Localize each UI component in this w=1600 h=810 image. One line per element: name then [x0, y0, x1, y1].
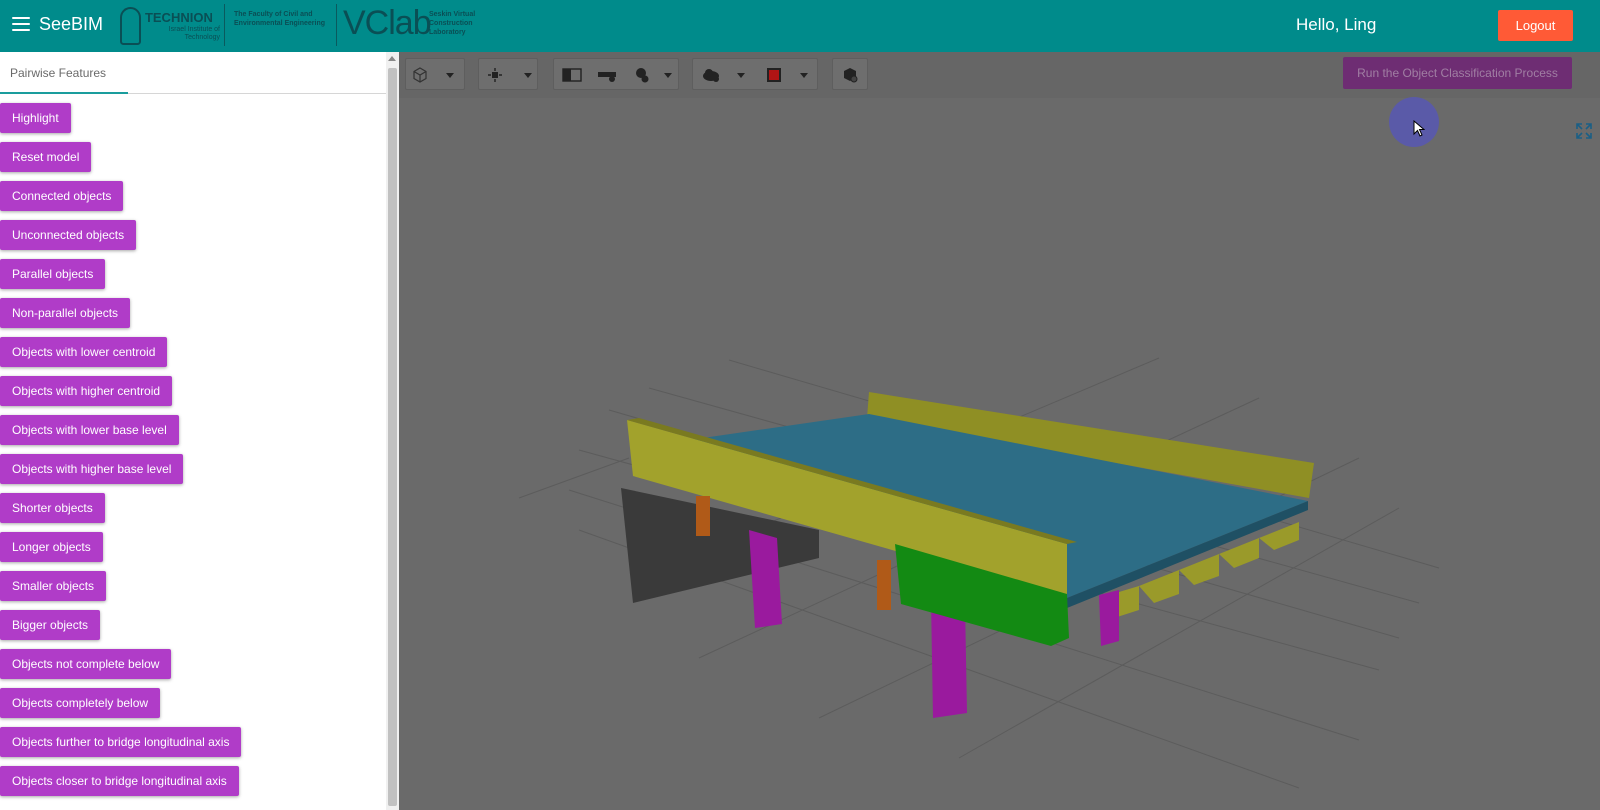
completely-below-button[interactable]: Objects completely below	[0, 688, 161, 718]
package-icon	[844, 68, 858, 83]
unconnected-objects-button[interactable]: Unconnected objects	[0, 220, 137, 250]
focus-tool[interactable]	[478, 58, 538, 90]
technion-subtitle: Israel Institute of Technology	[168, 25, 220, 41]
longer-objects-button[interactable]: Longer objects	[0, 532, 103, 562]
cloud-tools[interactable]	[692, 58, 818, 90]
info-icon	[636, 68, 649, 83]
chevron-down-icon[interactable]	[664, 73, 672, 78]
tab-bar: Pairwise Features	[0, 52, 386, 94]
smaller-objects-button[interactable]: Smaller objects	[0, 571, 107, 601]
parallel-objects-button[interactable]: Parallel objects	[0, 259, 106, 289]
top-bar: SeeBIM TECHNION Israel Institute of Tech…	[0, 0, 1600, 52]
split-view-icon	[562, 68, 582, 82]
view-tools[interactable]	[553, 58, 679, 90]
hamburger-menu-icon[interactable]	[12, 17, 30, 31]
user-greeting: Hello, Ling	[1296, 15, 1377, 34]
bearing	[877, 560, 891, 610]
sidebar: Pairwise Features Highlight Reset model …	[0, 52, 386, 810]
bridge-3d-scene[interactable]	[399, 98, 1600, 810]
run-classification-button[interactable]: Run the Object Classification Process	[1343, 57, 1572, 89]
shorter-objects-button[interactable]: Shorter objects	[0, 493, 105, 523]
connected-objects-button[interactable]: Connected objects	[0, 181, 124, 211]
cube-tool[interactable]	[405, 58, 465, 90]
logo-divider	[224, 4, 225, 46]
lower-centroid-button[interactable]: Objects with lower centroid	[0, 337, 168, 367]
higher-base-level-button[interactable]: Objects with higher base level	[0, 454, 184, 484]
model-viewer[interactable]: Run the Object Classification Process	[399, 52, 1600, 810]
package-tool[interactable]	[832, 58, 868, 90]
lower-base-level-button[interactable]: Objects with lower base level	[0, 415, 179, 445]
chevron-down-icon[interactable]	[446, 73, 454, 78]
technion-logo: TECHNION Israel Institute of Technology	[120, 5, 220, 47]
not-complete-below-button[interactable]: Objects not complete below	[0, 649, 172, 679]
technion-emblem-icon	[120, 7, 141, 45]
scroll-thumb[interactable]	[388, 68, 397, 806]
cube-icon	[413, 67, 427, 83]
scroll-up-arrow-icon[interactable]	[388, 56, 396, 61]
higher-centroid-button[interactable]: Objects with higher centroid	[0, 376, 173, 406]
logo-divider	[336, 4, 337, 46]
tab-pairwise-features[interactable]: Pairwise Features	[0, 52, 128, 94]
chevron-down-icon[interactable]	[737, 73, 745, 78]
color-square-icon	[767, 68, 781, 82]
highlight-button[interactable]: Highlight	[0, 103, 71, 133]
logout-button[interactable]: Logout	[1498, 10, 1573, 41]
vclab-logo: VClab	[343, 4, 432, 42]
cloud-icon	[703, 69, 719, 82]
further-axis-button[interactable]: Objects further to bridge longitudinal a…	[0, 727, 242, 757]
bearing	[696, 496, 710, 536]
pier	[1099, 590, 1119, 646]
measure-icon	[598, 72, 616, 82]
reset-model-button[interactable]: Reset model	[0, 142, 92, 172]
vclab-subtitle: Seskin Virtual Construction Laboratory	[429, 11, 476, 37]
focus-icon	[488, 68, 502, 82]
faculty-text: The Faculty of Civil and Environmental E…	[234, 11, 326, 28]
chevron-down-icon[interactable]	[524, 73, 532, 78]
closer-axis-button[interactable]: Objects closer to bridge longitudinal ax…	[0, 766, 239, 796]
chevron-down-icon[interactable]	[800, 73, 808, 78]
non-parallel-objects-button[interactable]: Non-parallel objects	[0, 298, 131, 328]
technion-name: TECHNION	[144, 9, 213, 25]
bigger-objects-button[interactable]: Bigger objects	[0, 610, 101, 640]
app-title: SeeBIM	[39, 14, 104, 34]
pier	[749, 530, 782, 628]
active-tab-indicator	[0, 92, 128, 94]
viewer-toolbar: Run the Object Classification Process	[399, 52, 1600, 98]
sidebar-scrollbar[interactable]	[386, 52, 399, 810]
